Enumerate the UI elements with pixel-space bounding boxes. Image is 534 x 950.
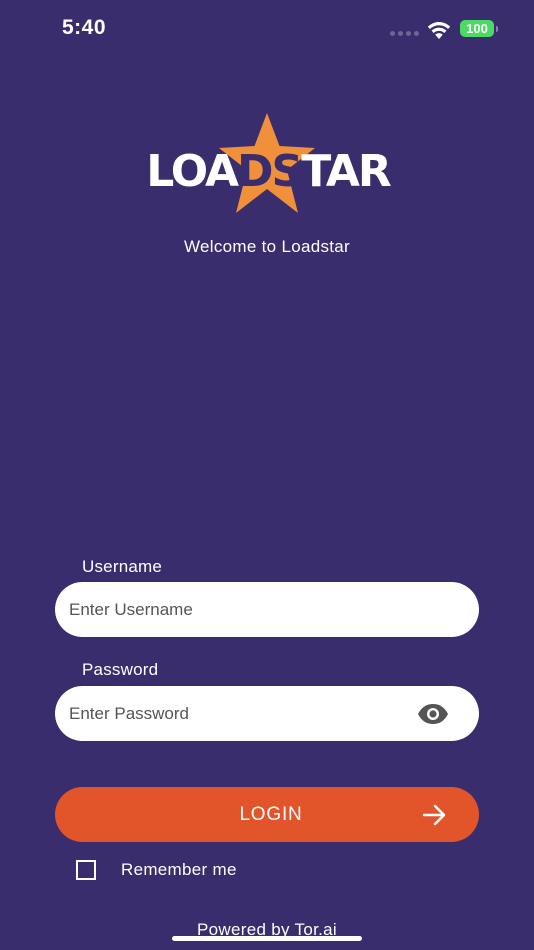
username-field[interactable] <box>55 582 479 637</box>
logo-text-part1: LOA <box>146 146 239 197</box>
battery-indicator: 100 <box>460 20 494 37</box>
password-label: Password <box>82 660 159 679</box>
loadstar-logo: LOADSTAR <box>130 113 404 215</box>
remember-me-row[interactable]: Remember me <box>76 860 237 880</box>
login-button[interactable]: LOGIN <box>55 787 479 842</box>
logo-text-part3: TAR <box>301 146 392 197</box>
arrow-right-icon <box>423 804 446 826</box>
cellular-signal-icon <box>390 31 419 36</box>
logo-text-part2: DS <box>237 146 303 197</box>
status-bar: 5:40 100 <box>0 0 534 56</box>
welcome-text: Welcome to Loadstar <box>183 237 351 256</box>
status-time: 5:40 <box>62 16 107 39</box>
password-field[interactable] <box>55 686 479 741</box>
logo-wordmark: LOADSTAR <box>132 147 404 197</box>
battery-tip <box>496 26 498 32</box>
remember-me-checkbox[interactable] <box>76 860 96 880</box>
username-label: Username <box>82 557 163 576</box>
remember-me-label: Remember me <box>121 860 237 879</box>
password-input[interactable] <box>69 686 399 741</box>
wifi-icon <box>427 22 451 39</box>
eye-icon[interactable] <box>417 703 449 725</box>
home-indicator[interactable] <box>172 936 362 941</box>
username-input[interactable] <box>69 582 399 637</box>
